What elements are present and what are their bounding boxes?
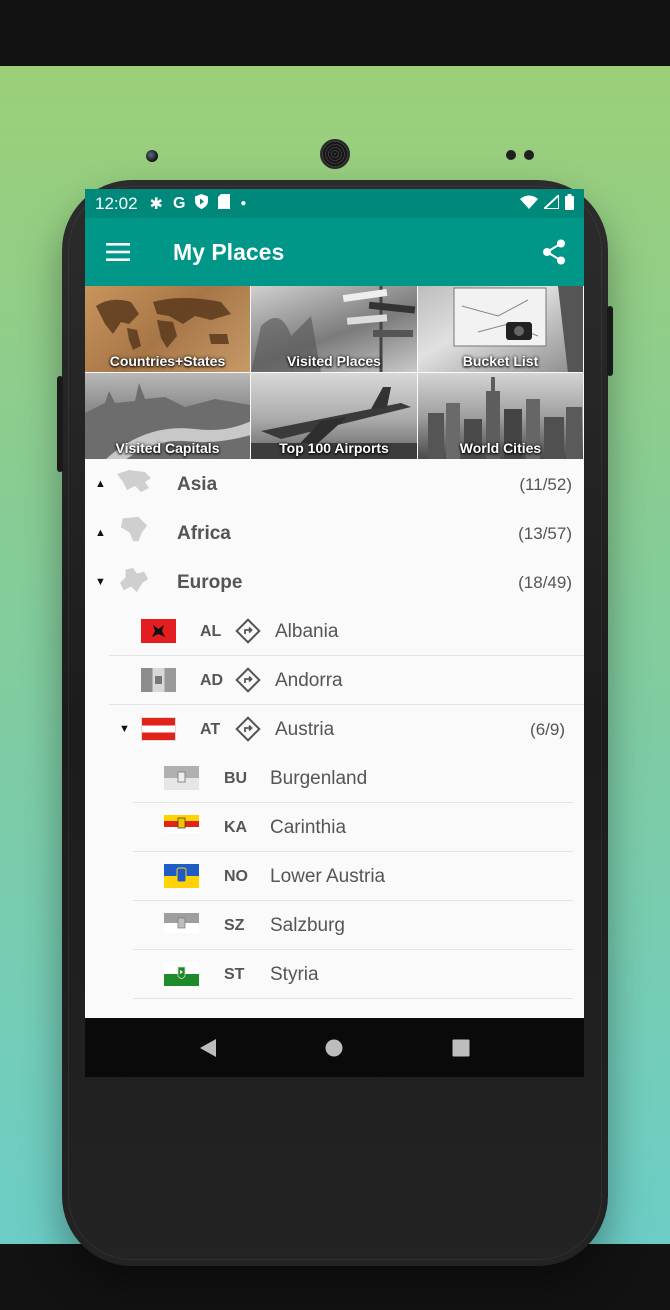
state-name: Carinthia — [270, 817, 347, 838]
salzburg-flag — [164, 913, 199, 933]
directions-icon[interactable] — [235, 716, 261, 742]
app-screen: 12:02 ✱ G ● My Places Countries+States V… — [85, 189, 584, 1077]
signal-icon — [541, 192, 560, 213]
recents-square-icon[interactable] — [452, 1039, 470, 1057]
carinthia-flag — [164, 815, 199, 833]
home-circle-icon[interactable] — [325, 1039, 343, 1057]
tile-visited-places[interactable]: Visited Places — [251, 286, 418, 373]
tile-label: Top 100 Airports — [279, 440, 389, 456]
state-code: NO — [224, 868, 248, 885]
proximity-sensor — [506, 150, 516, 160]
volume-button — [57, 376, 63, 472]
continent-row-asia[interactable]: ▲ Asia (11/52) — [85, 460, 584, 509]
front-camera — [146, 150, 158, 162]
tile-label: Visited Capitals — [115, 440, 220, 456]
light-sensor — [524, 150, 534, 160]
expand-caret-icon[interactable]: ▲ — [95, 478, 106, 490]
tile-countries-states[interactable]: Countries+States — [85, 286, 251, 373]
continent-name: Africa — [177, 523, 231, 544]
lower-austria-flag — [164, 864, 199, 888]
collapse-caret-icon[interactable]: ▼ — [119, 723, 130, 735]
state-code: ST — [224, 966, 245, 983]
tile-world-cities[interactable]: World Cities — [418, 373, 584, 460]
tile-label: World Cities — [459, 440, 542, 456]
europe-map-icon — [120, 567, 148, 593]
country-name: Andorra — [275, 670, 343, 691]
state-row-carinthia[interactable]: KA Carinthia — [85, 803, 584, 852]
state-row-salzburg[interactable]: SZ Salzburg — [85, 901, 584, 950]
country-name: Albania — [275, 621, 339, 642]
tile-visited-capitals[interactable]: Visited Capitals — [85, 373, 251, 460]
collapse-caret-icon[interactable]: ▼ — [95, 576, 106, 588]
settings-icon: ✱ — [149, 195, 163, 213]
albania-flag — [141, 619, 176, 643]
state-name: Styria — [270, 964, 319, 985]
state-name: Lower Austria — [270, 866, 386, 887]
hamburger-menu-icon[interactable] — [85, 218, 151, 286]
expand-caret-icon[interactable]: ▲ — [95, 527, 106, 539]
app-title: My Places — [173, 238, 285, 265]
state-code: KA — [224, 819, 248, 836]
tile-label: Visited Places — [287, 353, 381, 369]
earpiece-speaker — [320, 139, 350, 169]
tile-top-100-airports[interactable]: Top 100 Airports — [251, 373, 418, 460]
continent-name: Europe — [177, 572, 243, 593]
burgenland-flag — [164, 766, 199, 790]
country-code: AL — [200, 623, 222, 640]
wifi-icon — [520, 195, 538, 213]
tile-label: Bucket List — [462, 353, 539, 369]
status-time: 12:02 — [95, 193, 138, 213]
country-code: AT — [200, 721, 221, 738]
state-row-styria[interactable]: ST Styria — [85, 950, 584, 999]
tile-bucket-list[interactable]: Bucket List — [418, 286, 584, 373]
status-bar: 12:02 ✱ G ● — [85, 189, 584, 218]
state-code: BU — [224, 770, 248, 787]
system-nav-bar — [85, 1018, 584, 1077]
continent-count: (18/49) — [518, 573, 572, 592]
country-row-andorra[interactable]: AD Andorra — [85, 656, 584, 705]
tile-label: Countries+States — [109, 353, 226, 369]
country-count: (6/9) — [530, 720, 565, 739]
continent-count: (11/52) — [519, 475, 572, 494]
state-row-burgenland[interactable]: BU Burgenland — [85, 754, 584, 803]
continent-row-africa[interactable]: ▲ Africa (13/57) — [85, 509, 584, 558]
directions-icon[interactable] — [235, 618, 261, 644]
google-icon: G — [172, 194, 186, 212]
africa-map-icon — [120, 516, 148, 542]
share-icon[interactable] — [524, 218, 584, 286]
andorra-flag — [141, 668, 176, 692]
battery-icon — [565, 193, 574, 214]
country-name: Austria — [275, 719, 335, 740]
country-code: AD — [200, 672, 224, 689]
continent-name: Asia — [177, 474, 218, 495]
directions-icon[interactable] — [235, 667, 261, 693]
state-name: Burgenland — [270, 768, 368, 789]
austria-flag — [141, 717, 176, 741]
app-bar: My Places — [85, 218, 584, 286]
dot-icon: ● — [240, 198, 247, 209]
state-name: Salzburg — [270, 915, 345, 936]
state-row-lower-austria[interactable]: NO Lower Austria — [85, 852, 584, 901]
shield-icon — [195, 193, 209, 214]
list-divider — [133, 998, 573, 999]
category-tiles: Countries+States Visited Places Bucket L… — [85, 286, 584, 460]
continent-row-europe[interactable]: ▼ Europe (18/49) — [85, 558, 584, 607]
country-row-albania[interactable]: AL Albania — [85, 607, 584, 656]
sd-card-icon — [218, 193, 231, 214]
styria-flag — [164, 962, 199, 986]
continent-count: (13/57) — [518, 524, 572, 543]
asia-map-icon — [117, 470, 151, 492]
country-row-austria[interactable]: ▼ AT Austria (6/9) — [85, 705, 584, 754]
state-code: SZ — [224, 917, 245, 934]
back-triangle-icon[interactable] — [199, 1038, 217, 1058]
power-button — [607, 306, 613, 376]
